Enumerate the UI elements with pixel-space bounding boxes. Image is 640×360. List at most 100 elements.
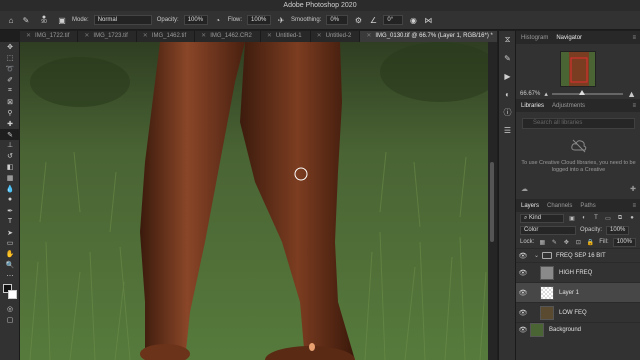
mode-select[interactable]: Normal [93, 15, 152, 25]
panel-menu-icon[interactable]: ≡ [632, 203, 636, 209]
properties-icon[interactable]: ☰ [499, 121, 516, 139]
symmetry-icon[interactable]: ⋈ [423, 15, 433, 25]
quick-select-tool-icon[interactable]: ✐ [0, 75, 20, 86]
close-icon[interactable]: ✕ [317, 33, 322, 39]
smoothing-field[interactable]: 0% [326, 15, 349, 25]
dodge-tool-icon[interactable]: ● [0, 194, 20, 205]
hand-tool-icon[interactable]: ✋ [0, 249, 20, 260]
panel-menu-icon[interactable]: ≡ [632, 35, 636, 41]
blend-mode-select[interactable]: Color [520, 225, 576, 235]
library-search-input[interactable]: Search all libraries [522, 118, 635, 129]
filter-toggle-icon[interactable]: ● [628, 214, 636, 222]
tab-img-1723[interactable]: ✕ IMG_1723.tif [78, 31, 137, 42]
history-icon[interactable]: ⧖ [499, 31, 516, 49]
close-icon[interactable]: ✕ [143, 33, 148, 39]
type-tool-icon[interactable]: T [0, 216, 20, 227]
rectangle-tool-icon[interactable]: ▭ [0, 238, 20, 249]
chevron-down-icon[interactable]: ⌄ [534, 252, 539, 259]
frame-tool-icon[interactable]: ⊠ [0, 96, 20, 107]
gradient-tool-icon[interactable]: ▦ [0, 173, 20, 184]
brushes-icon[interactable]: ✎ [499, 49, 516, 67]
fill-field[interactable]: 100% [612, 237, 636, 247]
lasso-tool-icon[interactable]: ➰ [0, 64, 20, 75]
zoom-slider[interactable] [551, 89, 624, 95]
close-icon[interactable]: ✕ [26, 33, 31, 39]
filter-type-icon[interactable]: T [592, 214, 600, 222]
tab-adjustments[interactable]: Adjustments [552, 103, 585, 109]
scrollbar-thumb[interactable] [490, 162, 494, 242]
tab-img-1462-cr2[interactable]: ✕ IMG_1462.CR2 [195, 31, 261, 42]
background-color-icon[interactable] [8, 289, 17, 299]
filter-smart-object-icon[interactable]: ⧉ [616, 214, 624, 222]
visibility-eye-icon[interactable]: 👁 [516, 289, 530, 297]
document-canvas[interactable] [20, 42, 488, 360]
color-icon[interactable]: ◐ [499, 85, 516, 103]
brush-settings-icon[interactable]: ▣ [57, 15, 67, 25]
visibility-eye-icon[interactable]: 👁 [516, 309, 530, 317]
filter-shape-icon[interactable]: ▭ [604, 214, 612, 222]
gear-icon[interactable]: ⚙ [353, 15, 363, 25]
layer-group-row[interactable]: 👁 ⌄ FREQ SEP 16 BIT [516, 248, 640, 262]
pressure-size-icon[interactable]: ◉ [408, 15, 418, 25]
lock-artboard-icon[interactable]: ⊡ [574, 238, 582, 246]
eyedropper-tool-icon[interactable]: ⚲ [0, 107, 20, 118]
clone-stamp-tool-icon[interactable]: ⊥ [0, 140, 20, 151]
brush-tool-icon[interactable]: ✎ [21, 15, 31, 25]
color-swatches-icon[interactable] [0, 282, 20, 304]
quick-mask-icon[interactable]: ◎ [0, 304, 20, 315]
healing-brush-tool-icon[interactable]: ✚ [0, 118, 20, 129]
tab-untitled-1[interactable]: ✕ Untitled-1 [261, 31, 311, 42]
visibility-eye-icon[interactable]: 👁 [516, 269, 530, 277]
pressure-opacity-icon[interactable]: ◔ [213, 15, 223, 25]
add-content-icon[interactable]: ✚ [630, 185, 636, 194]
marquee-tool-icon[interactable]: ⬚ [0, 53, 20, 64]
tab-img-0130-active[interactable]: ✕ IMG_0130.tif @ 66.7% (Layer 1, RGB/16*)… [360, 31, 497, 42]
close-icon[interactable]: ✕ [84, 33, 89, 39]
info-icon[interactable]: ⓘ [499, 103, 516, 121]
tab-layers[interactable]: Layers [521, 203, 539, 209]
filter-adjustment-icon[interactable]: ◐ [580, 214, 588, 222]
tab-paths[interactable]: Paths [580, 203, 595, 209]
vertical-scrollbar[interactable] [488, 42, 497, 360]
layer-row-selected[interactable]: 👁 Layer 1 [516, 282, 640, 302]
zoom-slider-knob[interactable] [578, 89, 585, 95]
cloud-upload-icon[interactable]: ☁ [521, 185, 528, 194]
tab-img-1462-tif[interactable]: ✕ IMG_1462.tif [137, 31, 196, 42]
close-icon[interactable]: ✕ [267, 33, 272, 39]
lock-position-icon[interactable]: ✥ [562, 238, 570, 246]
actions-icon[interactable]: ▶ [499, 67, 516, 85]
airbrush-icon[interactable]: ✈ [276, 15, 286, 25]
layer-row[interactable]: 👁 LOW FEQ [516, 302, 640, 322]
navigator-preview[interactable] [560, 51, 596, 87]
tab-histogram[interactable]: Histogram [521, 35, 548, 41]
pen-tool-icon[interactable]: ✒ [0, 205, 20, 216]
visibility-eye-icon[interactable]: 👁 [516, 326, 530, 334]
blur-tool-icon[interactable]: 💧 [0, 184, 20, 195]
layer-kind-filter[interactable]: ⌕ Kind [520, 213, 564, 223]
lock-all-icon[interactable]: 🔒 [586, 238, 594, 246]
tab-img-1722[interactable]: ✕ IMG_1722.tif [20, 31, 79, 42]
home-icon[interactable]: ⌂ [6, 15, 16, 25]
flow-field[interactable]: 100% [247, 15, 272, 25]
visibility-eye-icon[interactable]: 👁 [516, 252, 530, 260]
tab-untitled-2[interactable]: ✕ Untitled-2 [311, 31, 361, 42]
crop-tool-icon[interactable]: ⌗ [0, 86, 20, 97]
layer-row[interactable]: 👁 Background [516, 322, 640, 337]
angle-field[interactable]: 0° [383, 15, 404, 25]
tab-libraries[interactable]: Libraries [521, 103, 544, 109]
more-tools-icon[interactable]: ⋯ [0, 271, 20, 282]
brush-preset-picker[interactable]: ● 90 [36, 14, 52, 25]
close-icon[interactable]: ✕ [201, 33, 206, 39]
filter-pixel-icon[interactable]: ▣ [568, 214, 576, 222]
move-tool-icon[interactable]: ✥ [0, 42, 20, 53]
tab-navigator[interactable]: Navigator [556, 35, 582, 41]
tab-channels[interactable]: Channels [547, 203, 572, 209]
history-brush-tool-icon[interactable]: ↺ [0, 151, 20, 162]
eraser-tool-icon[interactable]: ◧ [0, 162, 20, 173]
panel-menu-icon[interactable]: ≡ [632, 103, 636, 109]
screen-mode-icon[interactable]: ▢ [0, 314, 20, 325]
lock-pixels-icon[interactable]: ✎ [550, 238, 558, 246]
opacity-field[interactable]: 100% [183, 15, 208, 25]
lock-transparent-icon[interactable]: ▦ [538, 238, 546, 246]
layer-row[interactable]: 👁 HIGH FREQ [516, 262, 640, 282]
